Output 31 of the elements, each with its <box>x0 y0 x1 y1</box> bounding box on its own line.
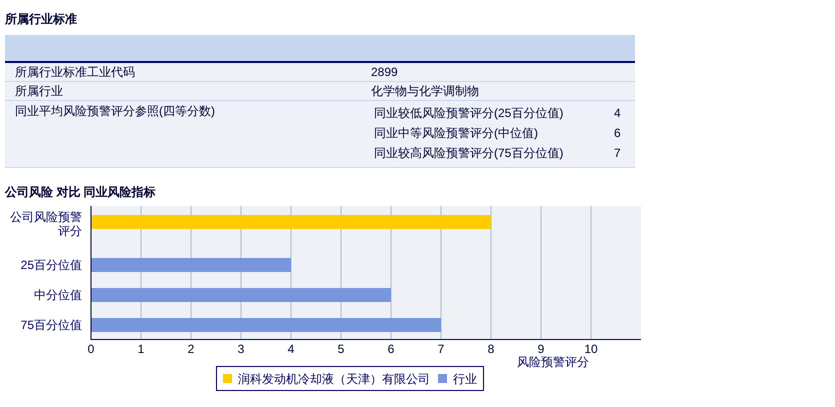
reference-value: 4 <box>614 105 621 122</box>
reference-value: 6 <box>614 125 621 142</box>
tick-label: 6 <box>388 342 394 356</box>
reference-value: 7 <box>614 145 621 162</box>
tick-label: 7 <box>438 342 444 356</box>
row-label: 所属行业标准工业代码 <box>14 64 136 81</box>
reference-label: 同业较高风险预警评分(75百分位值) <box>374 145 564 162</box>
reference-label: 同业中等风险预警评分(中位值) <box>374 125 539 142</box>
section-title: 公司风险 对比 同业风险指标 <box>5 184 157 201</box>
tick-label: 3 <box>238 342 244 356</box>
tick-label: 2 <box>188 342 194 356</box>
row-label: 同业平均风险预警评分参照(四等分数) <box>14 103 216 120</box>
tick-label: 0 <box>88 342 94 356</box>
legend-label: 润科发动机冷却液（天津）有限公司 <box>238 370 430 388</box>
row-label: 所属行业 <box>14 83 64 100</box>
tick-label: 1 <box>138 342 144 356</box>
axis-title: 风险预警评分 <box>517 355 589 368</box>
row-value: 2899 <box>371 64 398 81</box>
tick-label: 4 <box>288 342 294 356</box>
reference-label: 同业较低风险预警评分(25百分位值) <box>374 105 564 122</box>
tick-label: 8 <box>488 342 494 356</box>
tick-label: 9 <box>538 342 544 356</box>
tick-label: 5 <box>338 342 344 356</box>
category-label: 中分位值 <box>33 288 82 302</box>
section-title: 所属行业标准 <box>5 11 78 28</box>
legend-label: 行业 <box>453 370 477 388</box>
category-label: 75百分位值 <box>20 318 82 332</box>
category-label: 25百分位值 <box>20 258 82 272</box>
tick-label: 10 <box>584 342 598 356</box>
category-label: 公司风险预警评分 <box>9 210 82 238</box>
row-value: 化学物与化学调制物 <box>371 83 479 100</box>
